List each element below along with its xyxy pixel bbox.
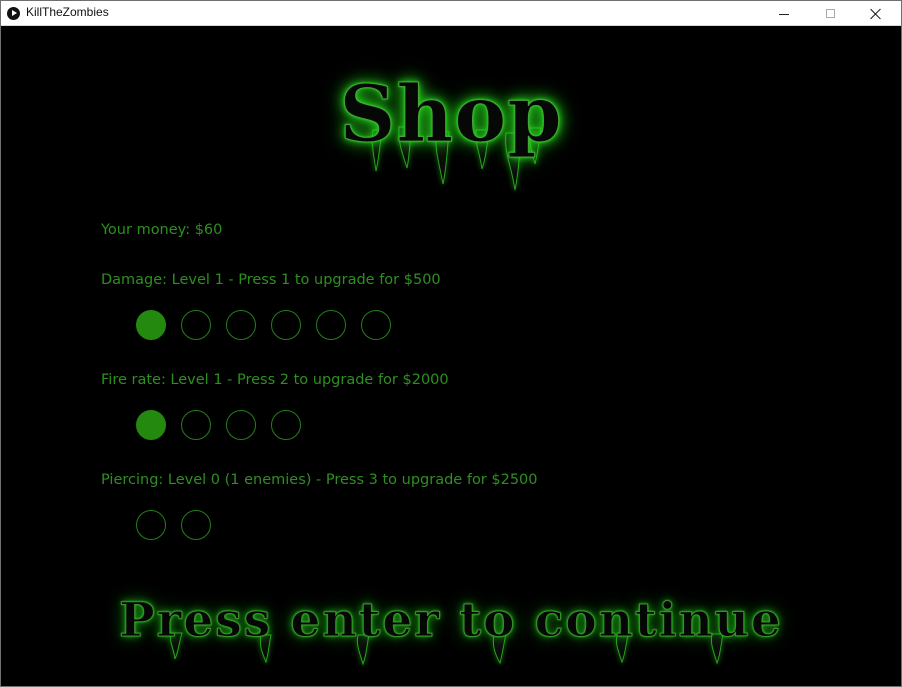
- window-title: KillTheZombies: [26, 5, 109, 19]
- damage-level-dot: [316, 310, 346, 340]
- game-canvas[interactable]: Shop Your money: $60 Damage: Level 1 - P…: [1, 26, 901, 686]
- piercing-level-indicator: [136, 510, 211, 544]
- piercing-level-dot: [181, 510, 211, 540]
- shop-title: Shop: [339, 69, 563, 161]
- piercing-level-dot: [136, 510, 166, 540]
- maximize-icon: [825, 9, 835, 18]
- application-window: KillTheZombies Shop Your money: $60 Dama…: [0, 0, 902, 687]
- close-button[interactable]: [853, 1, 899, 26]
- damage-level-dot: [136, 310, 166, 340]
- minimize-icon: [779, 13, 789, 15]
- money-display: Your money: $60: [101, 222, 223, 238]
- play-icon: [7, 7, 20, 20]
- damage-level-dot: [271, 310, 301, 340]
- continue-prompt: Press enter to continue: [119, 593, 783, 649]
- close-icon: [870, 8, 882, 20]
- damage-upgrade-label: Damage: Level 1 - Press 1 to upgrade for…: [101, 272, 441, 288]
- fire-rate-upgrade-label: Fire rate: Level 1 - Press 2 to upgrade …: [101, 372, 449, 388]
- window-titlebar[interactable]: KillTheZombies: [1, 1, 901, 26]
- minimize-button[interactable]: [761, 1, 807, 26]
- maximize-button[interactable]: [807, 1, 853, 26]
- damage-level-dot: [226, 310, 256, 340]
- piercing-upgrade-label: Piercing: Level 0 (1 enemies) - Press 3 …: [101, 472, 538, 488]
- damage-level-indicator: [136, 310, 391, 344]
- fire-rate-level-dot: [226, 410, 256, 440]
- fire-rate-level-indicator: [136, 410, 301, 444]
- fire-rate-level-dot: [136, 410, 166, 440]
- damage-level-dot: [361, 310, 391, 340]
- damage-level-dot: [181, 310, 211, 340]
- fire-rate-level-dot: [271, 410, 301, 440]
- fire-rate-level-dot: [181, 410, 211, 440]
